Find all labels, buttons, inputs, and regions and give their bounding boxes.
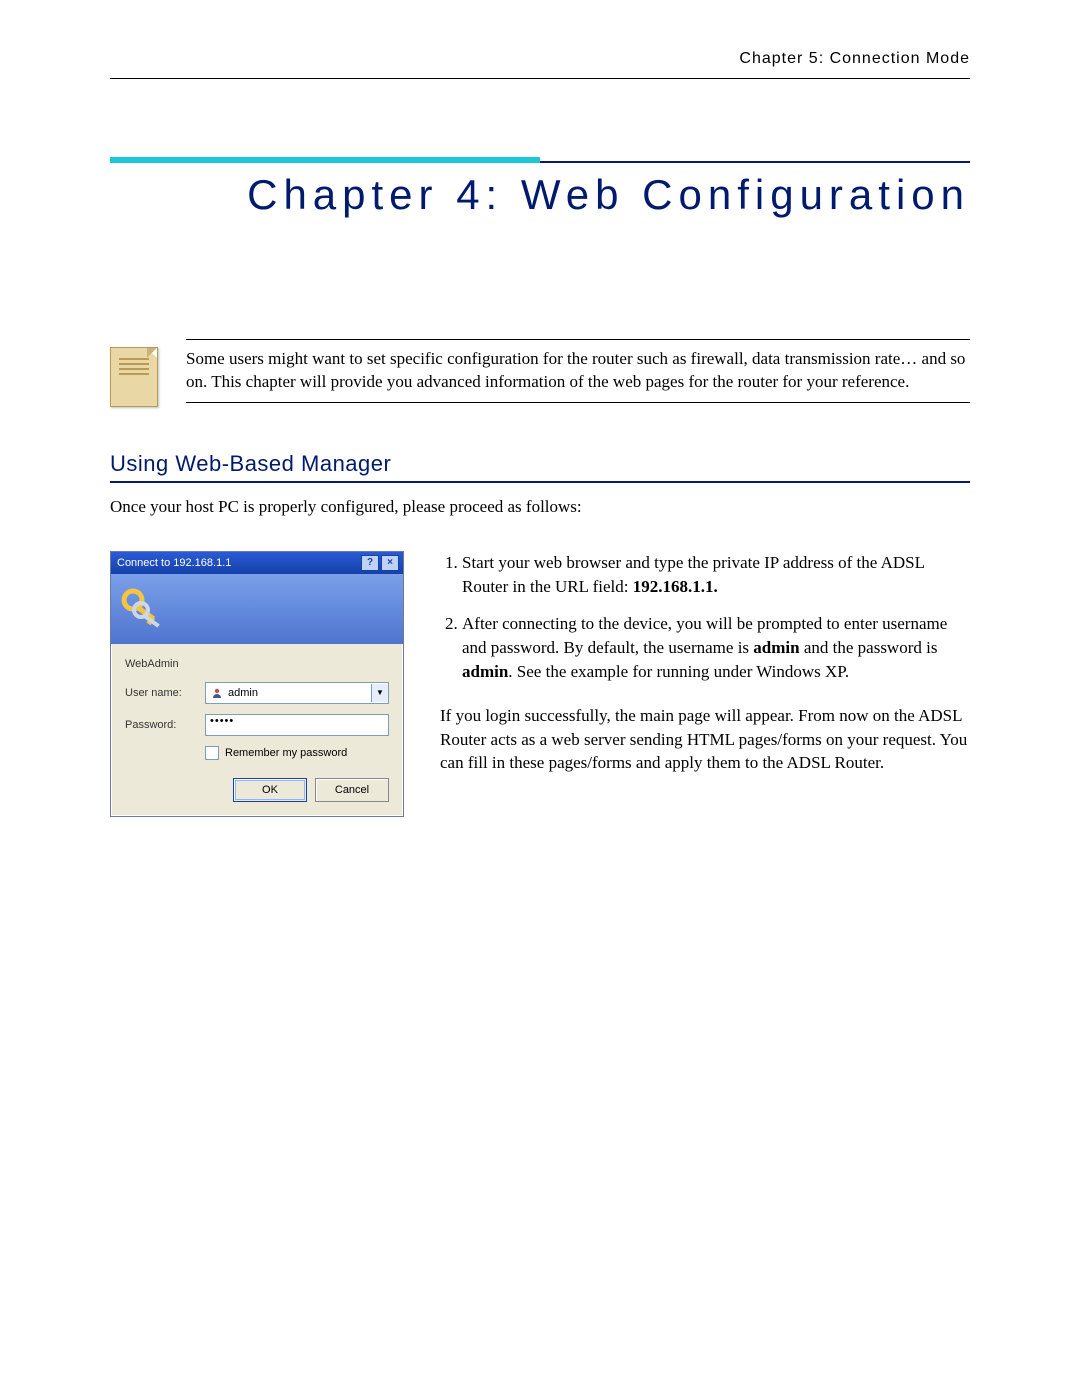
user-icon	[210, 686, 224, 700]
auth-dialog: Connect to 192.168.1.1 ? × WebAdmin	[110, 551, 404, 817]
intro-text: Once your host PC is properly configured…	[110, 497, 970, 517]
password-label: Password:	[125, 719, 195, 731]
step-1-ip: 192.168.1.1.	[633, 577, 718, 596]
remember-label: Remember my password	[225, 747, 347, 759]
password-field[interactable]: •••••	[205, 714, 389, 736]
dialog-banner	[111, 574, 403, 644]
close-icon[interactable]: ×	[381, 555, 399, 571]
note-top-rule	[186, 339, 970, 340]
note-page-icon	[110, 347, 158, 407]
step-list: Start your web browser and type the priv…	[440, 551, 970, 684]
remember-checkbox[interactable]	[205, 746, 219, 760]
cancel-button[interactable]: Cancel	[315, 778, 389, 802]
step-2-pass: admin	[462, 662, 508, 681]
help-icon[interactable]: ?	[361, 555, 379, 571]
username-label: User name:	[125, 687, 195, 699]
running-header: Chapter 5: Connection Mode	[110, 50, 970, 79]
success-paragraph: If you login successfully, the main page…	[440, 704, 970, 775]
note-body: Some users might want to set specific co…	[186, 339, 970, 411]
step-2-text-e: . See the example for running under Wind…	[508, 662, 849, 681]
dialog-realm: WebAdmin	[125, 658, 389, 670]
dialog-titlebar: Connect to 192.168.1.1 ? ×	[111, 552, 403, 574]
note-text: Some users might want to set specific co…	[186, 348, 970, 394]
note-bottom-rule	[186, 402, 970, 403]
username-combo[interactable]: admin ▼	[205, 682, 389, 704]
chevron-down-icon[interactable]: ▼	[371, 684, 388, 702]
title-rule	[110, 157, 970, 163]
chapter-title: Chapter 4: Web Configuration	[110, 171, 970, 219]
step-2: After connecting to the device, you will…	[462, 612, 970, 683]
section-rule	[110, 481, 970, 483]
username-value: admin	[228, 687, 371, 699]
dialog-title: Connect to 192.168.1.1	[117, 557, 359, 569]
title-rule-line	[540, 161, 970, 163]
keys-icon	[119, 586, 167, 630]
step-1: Start your web browser and type the priv…	[462, 551, 970, 599]
step-2-user: admin	[753, 638, 799, 657]
ok-button[interactable]: OK	[233, 778, 307, 802]
step-2-text-c: and the password is	[800, 638, 938, 657]
title-rule-accent	[110, 157, 540, 163]
section-heading: Using Web-Based Manager	[110, 451, 970, 477]
